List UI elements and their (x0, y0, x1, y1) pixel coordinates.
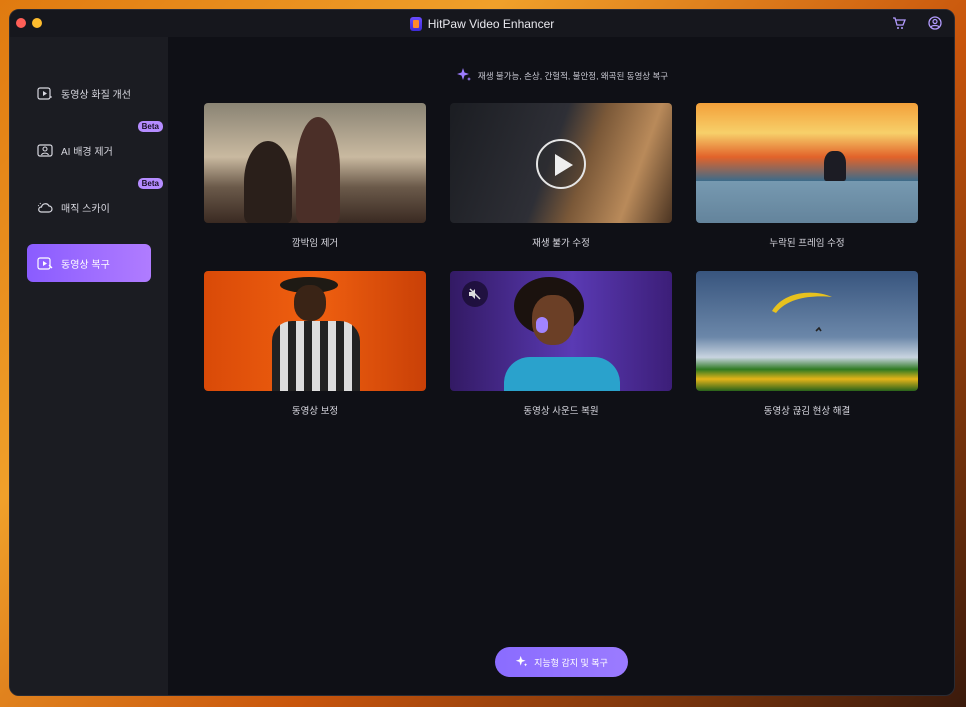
sidebar-item-label: 동영상 복구 (61, 259, 110, 271)
sidebar-item-video-repair[interactable]: 동영상 복구 (27, 244, 151, 282)
card-label: 깜박임 제거 (291, 238, 339, 249)
card-thumbnail (696, 271, 918, 391)
sidebar-item-label: AI 배경 제거 (61, 146, 113, 158)
app-title: HitPaw Video Enhancer (409, 16, 555, 31)
card-label: 동영상 사운드 복원 (523, 406, 599, 417)
ai-portrait-icon (37, 143, 53, 157)
headphone-shape (536, 317, 548, 333)
headline: 재생 불가능, 손상, 간헐적, 불안정, 왜곡된 동영상 복구 (168, 67, 954, 85)
card-label: 동영상 끊김 현상 해결 (763, 406, 851, 417)
close-window-button[interactable] (16, 18, 26, 28)
smart-detect-repair-label: 지능형 감지 및 복구 (534, 657, 608, 668)
account-icon[interactable] (928, 16, 942, 30)
window-controls (16, 18, 42, 28)
card-label: 누락된 프레임 수정 (769, 238, 845, 249)
sidebar-item-label: 매직 스카이 (61, 203, 110, 215)
card-thumbnail (696, 103, 918, 223)
card-unplayable-fix[interactable]: 재생 불가 수정 (450, 103, 672, 249)
paraglider-shape (772, 292, 832, 332)
beta-badge: Beta (137, 178, 163, 189)
card-video-correction[interactable]: 동영상 보정 (204, 271, 426, 417)
sidebar-item-label: 동영상 화질 개선 (61, 89, 131, 101)
card-thumbnail (204, 271, 426, 391)
app-window: HitPaw Video Enhancer 동영상 화질 개선 AI 배경 제거… (9, 9, 955, 696)
shirt-shape (504, 357, 620, 391)
smart-detect-repair-button[interactable]: 지능형 감지 및 복구 (495, 647, 628, 677)
minimize-window-button[interactable] (32, 18, 42, 28)
title-bar: HitPaw Video Enhancer (10, 10, 954, 37)
beta-badge: Beta (137, 121, 163, 132)
sidebar-item-ai-background[interactable]: AI 배경 제거 Beta (27, 121, 163, 169)
play-icon (536, 139, 586, 189)
card-label: 동영상 보정 (291, 406, 339, 417)
shirt-shape (272, 321, 360, 391)
card-thumbnail (204, 103, 426, 223)
card-stutter-fix[interactable]: 동영상 끊김 현상 해결 (696, 271, 918, 417)
sidebar-item-magic-sky[interactable]: 매직 스카이 Beta (27, 178, 163, 226)
card-flicker-removal[interactable]: 깜박임 제거 (204, 103, 426, 249)
headline-text: 재생 불가능, 손상, 간헐적, 불안정, 왜곡된 동영상 복구 (477, 71, 669, 81)
card-label: 재생 불가 수정 (532, 238, 590, 249)
app-logo-icon (409, 16, 422, 31)
sidebar: 동영상 화질 개선 AI 배경 제거 Beta 매직 스카이 Beta 동영상 … (10, 37, 168, 695)
main-content: 재생 불가능, 손상, 간헐적, 불안정, 왜곡된 동영상 복구 깜박임 제거 … (168, 37, 954, 695)
sparkle-icon (456, 67, 472, 85)
card-missing-frames[interactable]: 누락된 프레임 수정 (696, 103, 918, 249)
face-shape (294, 285, 326, 321)
sidebar-item-video-enhance[interactable]: 동영상 화질 개선 (27, 74, 151, 112)
sparkle-icon (515, 655, 528, 670)
cloud-sky-icon (37, 200, 53, 214)
cart-icon[interactable] (892, 16, 906, 30)
card-thumbnail (450, 103, 672, 223)
title-actions (892, 16, 942, 30)
mute-icon (462, 281, 488, 307)
video-enhance-icon (37, 86, 53, 100)
surfer-shape (824, 151, 846, 181)
wave-shape (696, 181, 918, 223)
figure-shape (244, 141, 292, 223)
figure-shape (296, 117, 340, 223)
video-repair-icon (37, 256, 53, 270)
card-thumbnail (450, 271, 672, 391)
app-title-text: HitPaw Video Enhancer (427, 16, 555, 31)
card-sound-restore[interactable]: 동영상 사운드 복원 (450, 271, 672, 417)
